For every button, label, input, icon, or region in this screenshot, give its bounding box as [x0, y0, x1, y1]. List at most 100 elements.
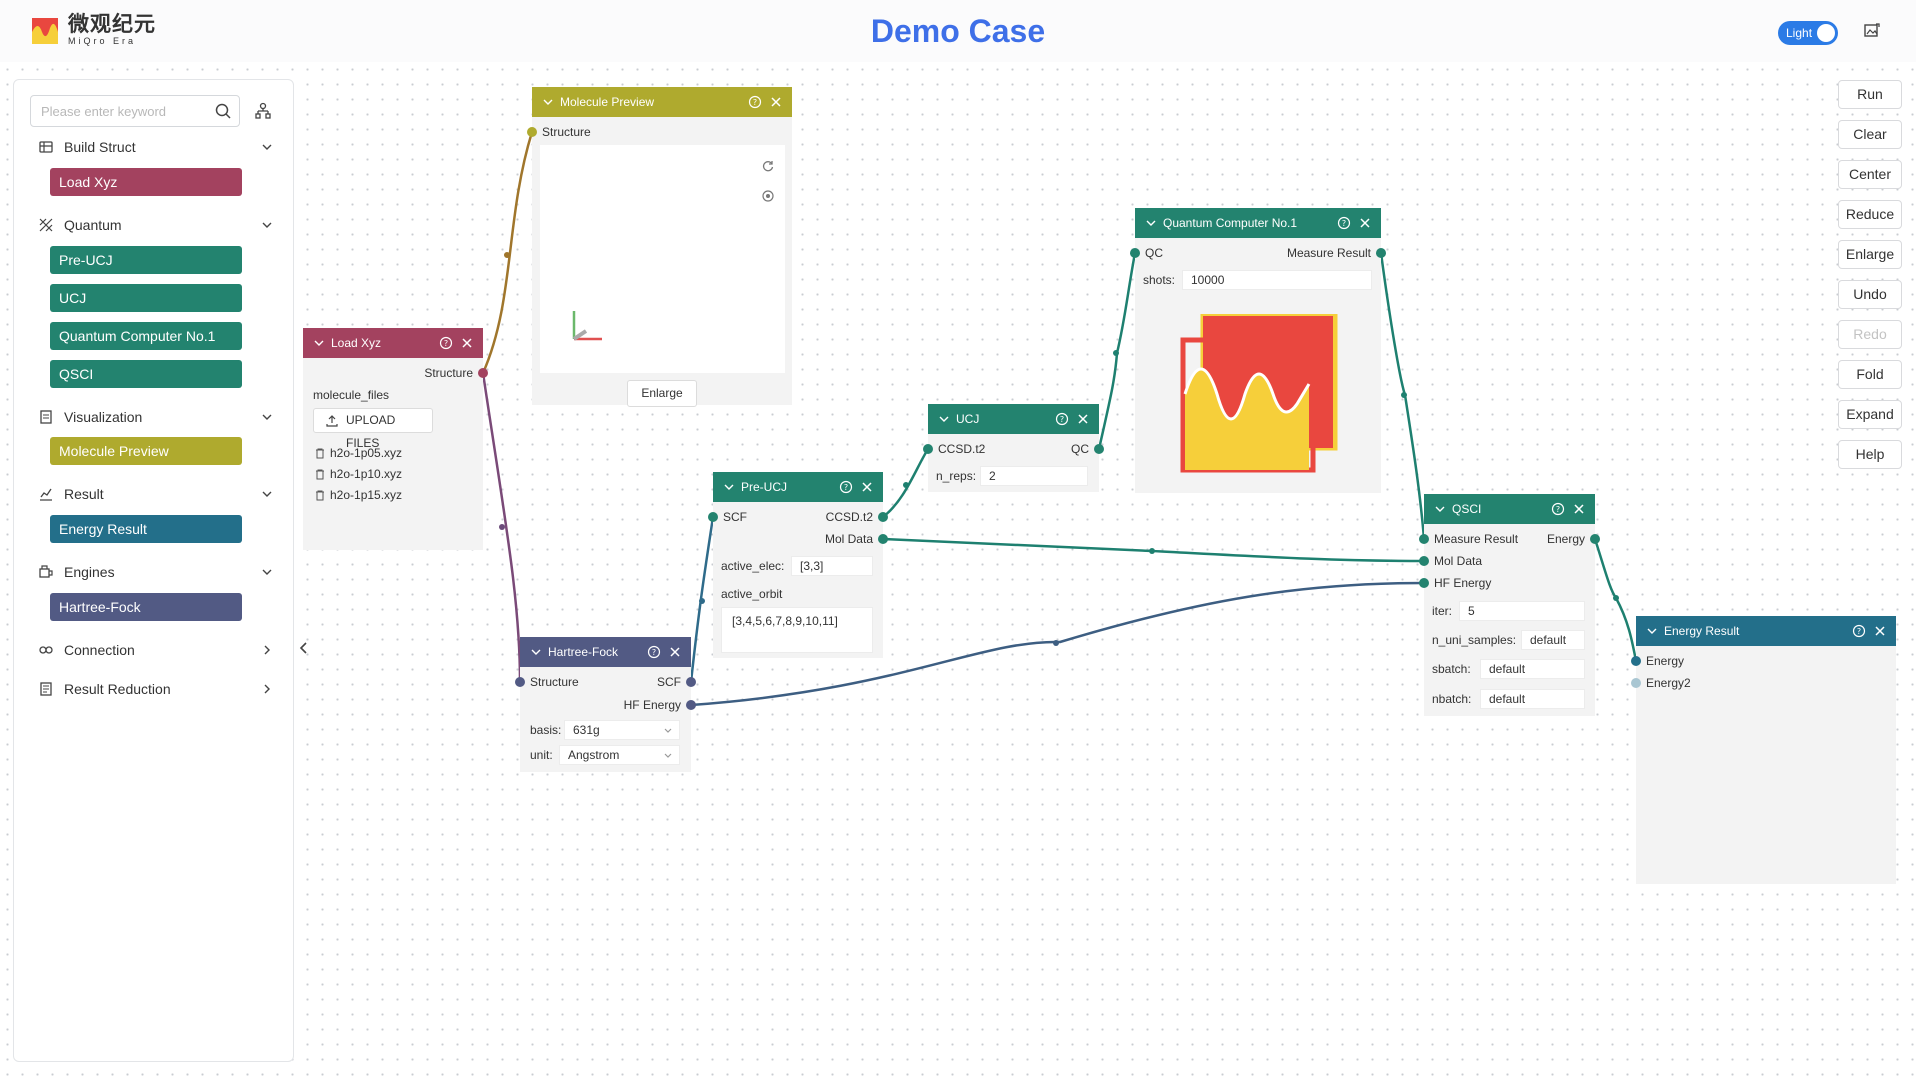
search-icon[interactable]: [214, 102, 232, 120]
node-load-xyz[interactable]: Load Xyz ? Structure molecule_files UPLO…: [303, 328, 488, 550]
category-engines[interactable]: Engines: [38, 561, 278, 583]
help-icon[interactable]: ?: [839, 480, 853, 494]
reduce-button[interactable]: Reduce: [1838, 200, 1902, 229]
category-visualization[interactable]: Visualization: [38, 406, 278, 428]
redo-button[interactable]: Redo: [1838, 320, 1902, 349]
chevron-down-icon[interactable]: [723, 481, 735, 493]
help-icon[interactable]: ?: [1551, 502, 1565, 516]
unit-select[interactable]: Angstrom: [559, 745, 680, 765]
shots-input[interactable]: 10000: [1182, 270, 1372, 290]
node-pre-ucj[interactable]: Pre-UCJ ? SCF CCSD.t2 Mol Data active_el…: [708, 472, 888, 658]
run-button[interactable]: Run: [1838, 80, 1902, 109]
close-icon[interactable]: [1077, 413, 1089, 425]
search-input[interactable]: [30, 95, 240, 127]
input-port-measure-result[interactable]: [1419, 534, 1429, 544]
input-port-hf-energy[interactable]: [1419, 578, 1429, 588]
chevron-down-icon[interactable]: [1646, 625, 1658, 637]
output-port-measure-result[interactable]: [1376, 248, 1386, 258]
iter-input[interactable]: 5: [1459, 601, 1585, 621]
category-quantum[interactable]: Quantum: [38, 214, 278, 236]
rotate-icon[interactable]: [761, 159, 775, 173]
node-header[interactable]: Pre-UCJ ?: [713, 472, 883, 502]
node-ucj[interactable]: UCJ ? CCSD.t2 QC n_reps: 2: [923, 404, 1104, 492]
close-icon[interactable]: [1874, 625, 1886, 637]
trash-icon[interactable]: [315, 448, 325, 459]
active-orbit-input[interactable]: [3,4,5,6,7,8,9,10,11]: [721, 607, 873, 653]
clear-button[interactable]: Clear: [1838, 120, 1902, 149]
enlarge-button[interactable]: Enlarge: [1838, 240, 1902, 269]
close-icon[interactable]: [1359, 217, 1371, 229]
node-molecule-preview[interactable]: Molecule Preview ? Structure Enlarge: [527, 87, 792, 407]
expand-button[interactable]: Expand: [1838, 400, 1902, 429]
node-hartree-fock[interactable]: Hartree-Fock ? Structure SCF HF Energy b…: [515, 637, 696, 772]
chevron-down-icon[interactable]: [530, 646, 542, 658]
theme-toggle[interactable]: Light: [1778, 21, 1838, 45]
category-result[interactable]: Result: [38, 483, 278, 505]
close-icon[interactable]: [861, 481, 873, 493]
close-icon[interactable]: [461, 337, 473, 349]
trash-icon[interactable]: [315, 490, 325, 501]
node-quantum-computer[interactable]: Quantum Computer No.1 ? QC Measure Resul…: [1130, 208, 1386, 493]
input-port-energy[interactable]: [1631, 656, 1641, 666]
node-header[interactable]: Energy Result ?: [1636, 616, 1896, 646]
output-port-ccsd[interactable]: [878, 512, 888, 522]
collapse-sidebar-icon[interactable]: [296, 640, 312, 656]
input-port-structure[interactable]: [515, 677, 525, 687]
close-icon[interactable]: [1573, 503, 1585, 515]
chevron-down-icon[interactable]: [313, 337, 325, 349]
node-header[interactable]: Hartree-Fock ?: [520, 637, 691, 667]
palette-item-pre-ucj[interactable]: Pre-UCJ: [50, 246, 242, 274]
output-port-mol-data[interactable]: [878, 534, 888, 544]
palette-item-ucj[interactable]: UCJ: [50, 284, 242, 312]
help-button[interactable]: Help: [1838, 440, 1902, 469]
chevron-down-icon[interactable]: [542, 96, 554, 108]
category-build-struct[interactable]: Build Struct: [38, 136, 278, 158]
category-result-reduction[interactable]: Result Reduction: [38, 678, 278, 700]
input-port-energy2[interactable]: [1631, 678, 1641, 688]
file-item[interactable]: h2o-1p10.xyz: [315, 467, 402, 481]
molecule-viewport[interactable]: [540, 145, 785, 373]
node-header[interactable]: Load Xyz ?: [303, 328, 483, 358]
active-elec-input[interactable]: [3,3]: [791, 556, 873, 576]
image-export-icon[interactable]: [1863, 22, 1881, 40]
hierarchy-icon[interactable]: [254, 102, 272, 120]
output-port-qc[interactable]: [1094, 444, 1104, 454]
palette-item-energy-result[interactable]: Energy Result: [50, 515, 242, 543]
output-port-scf[interactable]: [686, 677, 696, 687]
help-icon[interactable]: ?: [439, 336, 453, 350]
output-port-energy[interactable]: [1590, 534, 1600, 544]
input-port-scf[interactable]: [708, 512, 718, 522]
palette-item-hartree-fock[interactable]: Hartree-Fock: [50, 593, 242, 621]
node-qsci[interactable]: QSCI ? Measure Result Energy Mol Data HF…: [1419, 494, 1600, 716]
basis-select[interactable]: 631g: [564, 720, 680, 740]
chevron-down-icon[interactable]: [1434, 503, 1446, 515]
help-icon[interactable]: ?: [1337, 216, 1351, 230]
palette-item-quantum-computer[interactable]: Quantum Computer No.1: [50, 322, 242, 350]
help-icon[interactable]: ?: [647, 645, 661, 659]
output-port-hf-energy[interactable]: [686, 700, 696, 710]
preview-enlarge-button[interactable]: Enlarge: [627, 380, 697, 407]
undo-button[interactable]: Undo: [1838, 280, 1902, 309]
input-port-ccsd[interactable]: [923, 444, 933, 454]
trash-icon[interactable]: [315, 469, 325, 480]
n-uni-samples-input[interactable]: default: [1521, 630, 1585, 650]
input-port-qc[interactable]: [1130, 248, 1140, 258]
node-header[interactable]: Quantum Computer No.1 ?: [1135, 208, 1381, 238]
node-header[interactable]: Molecule Preview ?: [532, 87, 792, 117]
node-header[interactable]: QSCI ?: [1424, 494, 1595, 524]
file-item[interactable]: h2o-1p05.xyz: [315, 446, 402, 460]
node-header[interactable]: UCJ ?: [928, 404, 1099, 434]
help-icon[interactable]: ?: [1055, 412, 1069, 426]
output-port-structure[interactable]: [478, 368, 488, 378]
input-port-structure[interactable]: [527, 127, 537, 137]
reset-view-icon[interactable]: [761, 189, 775, 203]
palette-item-molecule-preview[interactable]: Molecule Preview: [50, 437, 242, 465]
nbatch-input[interactable]: default: [1480, 689, 1585, 709]
help-icon[interactable]: ?: [1852, 624, 1866, 638]
upload-files-button[interactable]: UPLOAD FILES: [313, 408, 433, 450]
close-icon[interactable]: [669, 646, 681, 658]
chevron-down-icon[interactable]: [938, 413, 950, 425]
node-energy-result[interactable]: Energy Result ? Energy Energy2: [1631, 616, 1896, 884]
close-icon[interactable]: [770, 96, 782, 108]
n-reps-input[interactable]: 2: [980, 466, 1088, 486]
